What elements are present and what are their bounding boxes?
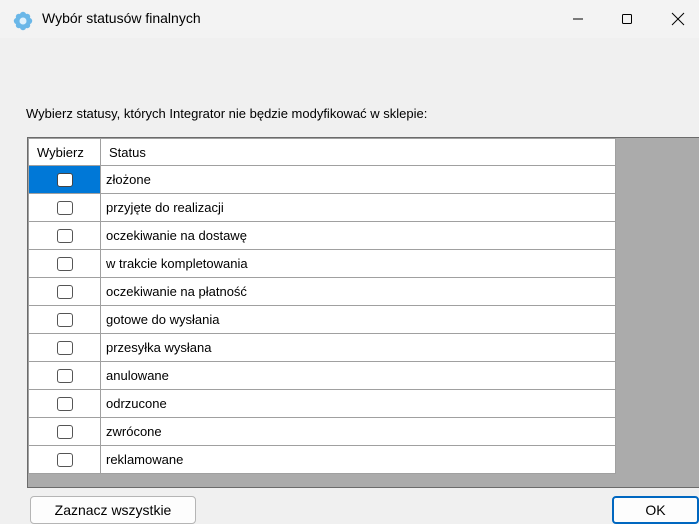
column-header-status[interactable]: Status — [100, 138, 616, 166]
status-cell[interactable]: oczekiwanie na płatność — [100, 277, 616, 306]
close-button[interactable] — [655, 0, 699, 38]
status-cell[interactable]: reklamowane — [100, 445, 616, 474]
table-row[interactable]: anulowane — [28, 361, 616, 390]
row-checkbox[interactable] — [56, 397, 73, 412]
status-cell[interactable]: przyjęte do realizacji — [100, 193, 616, 222]
select-cell[interactable] — [28, 249, 101, 278]
table-row[interactable]: oczekiwanie na płatność — [28, 277, 616, 306]
status-cell[interactable]: gotowe do wysłania — [100, 305, 616, 334]
table-row[interactable]: zwrócone — [28, 417, 616, 446]
close-icon — [671, 12, 685, 26]
row-checkbox[interactable] — [56, 229, 73, 244]
title-bar: Wybór statusów finalnych — [0, 0, 699, 38]
table-row[interactable]: w trakcie kompletowania — [28, 249, 616, 278]
instruction-text: Wybierz statusy, których Integrator nie … — [26, 106, 428, 121]
row-checkbox[interactable] — [56, 201, 73, 216]
select-cell[interactable] — [28, 333, 101, 362]
column-header-select[interactable]: Wybierz — [28, 138, 101, 166]
table-row[interactable]: oczekiwanie na dostawę — [28, 221, 616, 250]
row-checkbox[interactable] — [56, 285, 73, 300]
app-icon — [13, 11, 33, 31]
table-row[interactable]: przyjęte do realizacji — [28, 193, 616, 222]
row-checkbox[interactable] — [56, 257, 73, 272]
select-cell[interactable] — [28, 193, 101, 222]
status-cell[interactable]: oczekiwanie na dostawę — [100, 221, 616, 250]
row-checkbox[interactable] — [56, 313, 73, 328]
table-row[interactable]: przesyłka wysłana — [28, 333, 616, 362]
maximize-icon — [622, 14, 632, 24]
table-row[interactable]: gotowe do wysłania — [28, 305, 616, 334]
minimize-icon — [573, 18, 583, 20]
select-cell[interactable] — [28, 361, 101, 390]
minimize-button[interactable] — [555, 0, 601, 38]
status-cell[interactable]: przesyłka wysłana — [100, 333, 616, 362]
select-cell[interactable] — [28, 417, 101, 446]
status-cell[interactable]: anulowane — [100, 361, 616, 390]
select-cell[interactable] — [28, 389, 101, 418]
table-header-row: Wybierz Status — [28, 138, 616, 166]
row-checkbox[interactable] — [56, 425, 73, 440]
table-row[interactable]: reklamowane — [28, 445, 616, 474]
status-cell[interactable]: w trakcie kompletowania — [100, 249, 616, 278]
status-table: Wybierz Status złożone przyjęte do realiz… — [28, 138, 616, 474]
select-cell[interactable] — [28, 305, 101, 334]
select-cell[interactable] — [28, 165, 101, 194]
table-row[interactable]: odrzucone — [28, 389, 616, 418]
row-checkbox[interactable] — [56, 341, 73, 356]
status-cell[interactable]: złożone — [100, 165, 616, 194]
window-title: Wybór statusów finalnych — [42, 10, 201, 26]
maximize-button[interactable] — [604, 0, 650, 38]
status-cell[interactable]: zwrócone — [100, 417, 616, 446]
status-grid[interactable]: Wybierz Status złożone przyjęte do realiz… — [27, 137, 699, 488]
select-cell[interactable] — [28, 445, 101, 474]
table-row[interactable]: złożone — [28, 165, 616, 194]
status-cell[interactable]: odrzucone — [100, 389, 616, 418]
select-cell[interactable] — [28, 221, 101, 250]
row-checkbox[interactable] — [56, 369, 73, 384]
row-checkbox[interactable] — [56, 173, 73, 188]
row-checkbox[interactable] — [56, 453, 73, 468]
select-cell[interactable] — [28, 277, 101, 306]
